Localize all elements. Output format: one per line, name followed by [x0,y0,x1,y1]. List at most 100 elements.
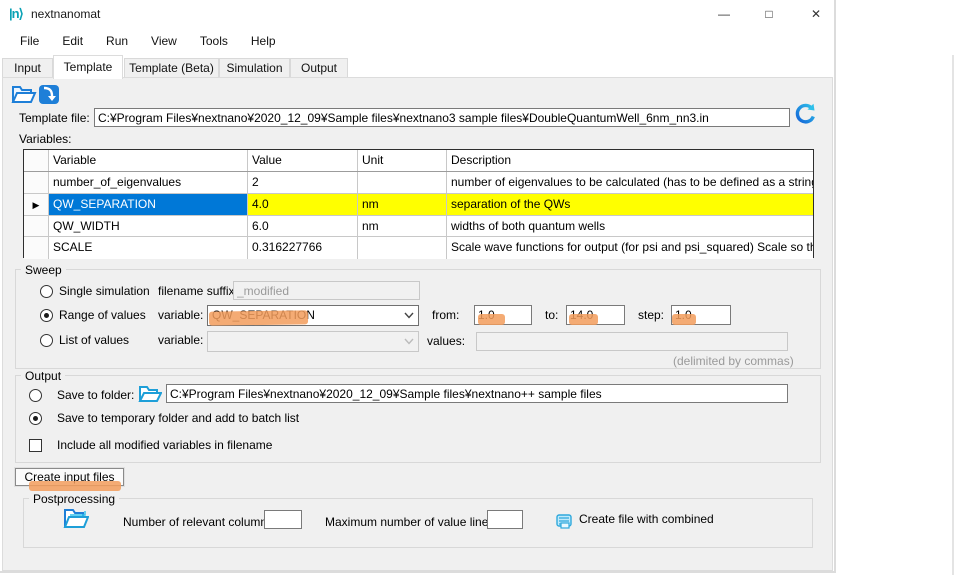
postprocessing-group-title: Postprocessing [29,492,119,506]
menu-item-view[interactable]: View [151,34,177,48]
save-temp-folder-label[interactable]: Save to temporary folder and add to batc… [57,411,299,425]
column-header-unit[interactable]: Unit [358,150,447,171]
cell-value[interactable]: 0.316227766 [248,237,358,259]
annotation-highlight-variable [209,310,308,325]
table-row-selected: ▶ QW_SEPARATION 4.0 nm separation of the… [24,194,813,216]
range-variable-label: variable: [158,308,203,322]
save-temp-folder-radio[interactable] [29,412,42,425]
single-simulation-label[interactable]: Single simulation [59,284,150,298]
annotation-highlight-step [672,314,696,325]
title-bar: |n⟩ nextnanomat — □ ✕ [0,0,834,28]
cell-value[interactable]: 2 [248,172,358,193]
cell-unit[interactable] [358,237,447,259]
annotation-highlight-create-button [29,481,121,491]
relevant-column-input[interactable] [264,510,302,529]
single-simulation-radio[interactable] [40,285,53,298]
column-header-value[interactable]: Value [248,150,358,171]
cell-variable[interactable]: SCALE [49,237,248,259]
output-group-title: Output [21,369,65,383]
list-of-values-radio[interactable] [40,334,53,347]
cell-value[interactable]: 6.0 [248,216,358,237]
save-to-folder-radio[interactable] [29,389,42,402]
variables-table: Variable Value Unit Description number_o… [23,149,814,258]
create-combined-file-label[interactable]: Create file with combined [579,512,714,526]
step-label: step: [638,308,664,322]
maximize-button[interactable]: □ [754,0,784,28]
include-variables-label[interactable]: Include all modified variables in filena… [57,438,272,452]
cell-description[interactable]: widths of both quantum wells [447,216,813,237]
combine-files-icon[interactable] [555,512,574,533]
list-of-values-label[interactable]: List of values [59,333,129,347]
max-value-lines-label: Maximum number of value lines: [325,515,498,529]
row-selector-arrow-icon: ▶ [33,200,40,210]
close-button[interactable]: ✕ [801,0,831,28]
chevron-down-icon [404,338,414,345]
row-selector-cell[interactable]: ▶ [24,194,49,215]
table-row: number_of_eigenvalues 2 number of eigenv… [24,172,813,194]
row-selector-cell[interactable] [24,172,49,193]
save-folder-path-input[interactable] [166,384,788,403]
cell-description[interactable]: Scale wave functions for output (for psi… [447,237,813,259]
row-selector-cell[interactable] [24,216,49,237]
annotation-highlight-from [478,314,505,325]
cell-description[interactable]: number of eigenvalues to be calculated (… [447,172,813,193]
minimize-button[interactable]: — [709,0,739,28]
table-row: SCALE 0.316227766 Scale wave functions f… [24,237,813,259]
filename-suffix-label: filename suffix: [158,284,238,298]
relevant-column-label: Number of relevant column: [123,515,270,529]
from-label: from: [432,308,459,322]
screenshot-canvas: { "window": { "logo": "|n⟩", "title": "n… [0,0,960,575]
template-file-label: Template file: [19,111,90,125]
variables-label: Variables: [19,132,71,146]
values-input [476,332,788,351]
values-label: values: [427,334,465,348]
postprocessing-folder-icon[interactable] [61,505,89,535]
menu-item-run[interactable]: Run [106,34,128,48]
variables-table-header: Variable Value Unit Description [24,150,813,172]
cell-variable[interactable]: number_of_eigenvalues [49,172,248,193]
cell-unit[interactable]: nm [358,216,447,237]
template-tab-panel: Template file: Variables: Variable Value… [2,77,833,571]
cell-description[interactable]: separation of the QWs [447,194,813,215]
tab-template-beta[interactable]: Template (Beta) [124,58,219,78]
annotation-highlight-to [569,314,598,325]
cell-unit[interactable]: nm [358,194,447,215]
background-window-edge [952,55,954,575]
tab-template[interactable]: Template [53,55,123,79]
column-header-variable[interactable]: Variable [49,150,248,171]
to-label: to: [545,308,558,322]
tab-simulation[interactable]: Simulation [219,58,290,78]
column-header-description[interactable]: Description [447,150,813,171]
list-variable-label: variable: [158,333,203,347]
include-variables-checkbox[interactable] [29,439,42,452]
tab-output[interactable]: Output [290,58,348,78]
table-row: QW_WIDTH 6.0 nm widths of both quantum w… [24,216,813,238]
row-selector-header-cell [24,150,49,171]
range-of-values-radio[interactable] [40,309,53,322]
window-title: nextnanomat [31,7,100,21]
menu-item-edit[interactable]: Edit [62,34,83,48]
filename-suffix-input [233,281,420,300]
sweep-group-title: Sweep [21,263,66,277]
range-of-values-label[interactable]: Range of values [59,308,146,322]
cell-variable[interactable]: QW_SEPARATION [49,194,248,215]
menu-item-file[interactable]: File [20,34,39,48]
menu-item-tools[interactable]: Tools [200,34,228,48]
values-hint: (delimited by commas) [673,354,794,368]
load-template-icon[interactable] [38,84,60,108]
browse-folder-icon[interactable] [138,384,162,408]
template-file-input[interactable] [94,108,790,127]
menu-bar: File Edit Run View Tools Help [0,28,834,54]
cell-variable[interactable]: QW_WIDTH [49,216,248,237]
chevron-down-icon [404,312,414,319]
app-logo-icon: |n⟩ [9,6,23,22]
row-selector-cell[interactable] [24,237,49,259]
save-to-folder-label[interactable]: Save to folder: [57,388,134,402]
cell-unit[interactable] [358,172,447,193]
cell-value[interactable]: 4.0 [248,194,358,215]
open-template-file-icon[interactable] [11,83,37,109]
reload-template-icon[interactable] [793,103,816,129]
tab-input[interactable]: Input [2,58,53,78]
max-value-lines-input[interactable] [487,510,523,529]
menu-item-help[interactable]: Help [251,34,276,48]
